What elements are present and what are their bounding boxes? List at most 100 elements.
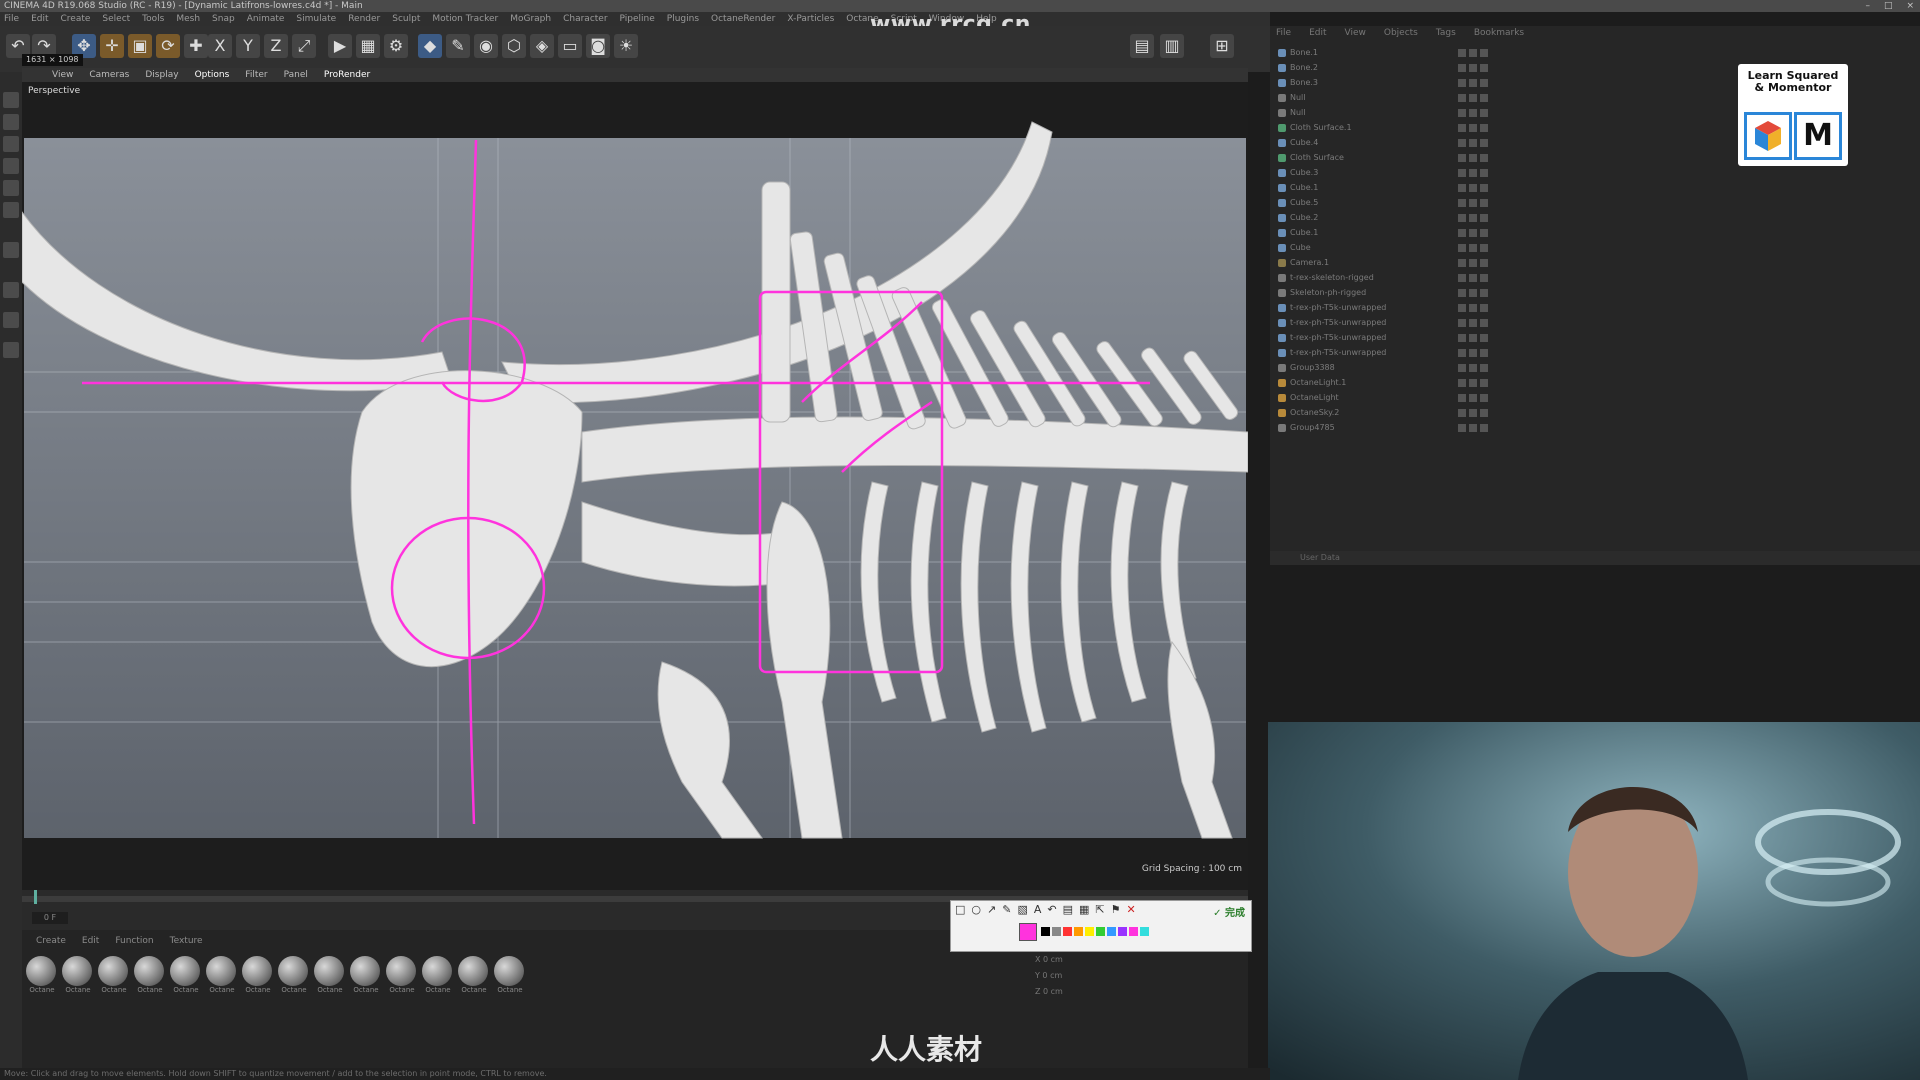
tag-icon[interactable]	[1458, 154, 1466, 162]
tag-icon[interactable]	[1458, 424, 1466, 432]
viewport-menu-display[interactable]: Display	[145, 68, 178, 82]
tag-icon[interactable]	[1469, 229, 1477, 237]
mosaic-tool-icon[interactable]: ▧	[1017, 903, 1027, 916]
menu-pipeline[interactable]: Pipeline	[620, 12, 655, 26]
layout-icon-2[interactable]: ▥	[1160, 34, 1184, 58]
objmgr-menu-view[interactable]: View	[1345, 28, 1366, 38]
object-row[interactable]: Camera.1	[1278, 256, 1918, 270]
move-tool-icon[interactable]: ✛	[100, 34, 124, 58]
tag-icon[interactable]	[1458, 259, 1466, 267]
points-mode-icon[interactable]	[3, 158, 19, 174]
tag-icon[interactable]	[1469, 394, 1477, 402]
tag-icon[interactable]	[1458, 274, 1466, 282]
render-picture-viewer-icon[interactable]: ▦	[356, 34, 380, 58]
tag-icon[interactable]	[1480, 334, 1488, 342]
swatch-blue[interactable]	[1107, 927, 1116, 936]
menu-tools[interactable]: Tools	[142, 12, 164, 26]
tag-icon[interactable]	[1469, 139, 1477, 147]
object-row[interactable]: Bone.1	[1278, 46, 1918, 60]
tag-icon[interactable]	[1458, 49, 1466, 57]
tag-icon[interactable]	[1469, 199, 1477, 207]
tag-icon[interactable]	[1480, 184, 1488, 192]
layout-icon[interactable]: ▤	[1130, 34, 1154, 58]
material-swatch[interactable]: Octane	[422, 956, 454, 1000]
maximize-button[interactable]: □	[1884, 0, 1893, 12]
tag-icon[interactable]	[1480, 214, 1488, 222]
viewport-menu-prorender[interactable]: ProRender	[324, 68, 370, 82]
minimize-button[interactable]: –	[1865, 0, 1870, 12]
material-swatch[interactable]: Octane	[278, 956, 310, 1000]
material-swatch[interactable]: Octane	[458, 956, 490, 1000]
tag-icon[interactable]	[1469, 274, 1477, 282]
tag-icon[interactable]	[1458, 184, 1466, 192]
swatch-red[interactable]	[1063, 927, 1072, 936]
tag-icon[interactable]	[1469, 304, 1477, 312]
material-menu-edit[interactable]: Edit	[82, 936, 99, 946]
object-row[interactable]: OctaneSky.2	[1278, 406, 1918, 420]
tag-icon[interactable]	[1469, 319, 1477, 327]
floor-icon[interactable]: ▭	[558, 34, 582, 58]
objmgr-menu-edit[interactable]: Edit	[1309, 28, 1326, 38]
tag-icon[interactable]	[1458, 79, 1466, 87]
close-button[interactable]: ×	[1906, 0, 1914, 12]
tag-icon[interactable]	[1458, 394, 1466, 402]
tag-icon[interactable]	[1480, 229, 1488, 237]
tag-icon[interactable]	[1480, 379, 1488, 387]
tag-icon[interactable]	[1480, 94, 1488, 102]
menu-simulate[interactable]: Simulate	[296, 12, 336, 26]
object-row[interactable]: Cube	[1278, 241, 1918, 255]
menu-sculpt[interactable]: Sculpt	[392, 12, 420, 26]
object-row[interactable]: Cube.2	[1278, 211, 1918, 225]
tag-icon[interactable]	[1469, 124, 1477, 132]
material-menu-function[interactable]: Function	[115, 936, 153, 946]
render-settings-icon[interactable]: ⚙	[384, 34, 408, 58]
tag-icon[interactable]	[1458, 364, 1466, 372]
material-menu-create[interactable]: Create	[36, 936, 66, 946]
objmgr-menu-file[interactable]: File	[1276, 28, 1291, 38]
model-mode-icon[interactable]	[3, 92, 19, 108]
swatch-green[interactable]	[1096, 927, 1105, 936]
tag-icon[interactable]	[1480, 364, 1488, 372]
object-row[interactable]: Cube.3	[1278, 166, 1918, 180]
tag-icon[interactable]	[1469, 289, 1477, 297]
coordinate-system-icon[interactable]: ⤢	[292, 34, 316, 58]
tag-icon[interactable]	[1480, 169, 1488, 177]
nurbs-icon[interactable]: ◉	[474, 34, 498, 58]
flag-icon[interactable]: ⚑	[1111, 903, 1121, 916]
object-row[interactable]: t-rex-ph-T5k-unwrapped	[1278, 316, 1918, 330]
active-color-swatch[interactable]	[1019, 923, 1037, 941]
object-row[interactable]: Group4785	[1278, 421, 1918, 435]
object-row[interactable]: OctaneLight	[1278, 391, 1918, 405]
tag-icon[interactable]	[1480, 64, 1488, 72]
object-row[interactable]: Group3388	[1278, 361, 1918, 375]
object-row[interactable]: t-rex-ph-T5k-unwrapped	[1278, 301, 1918, 315]
tag-icon[interactable]	[1469, 349, 1477, 357]
timeline-playhead[interactable]	[34, 890, 37, 904]
tag-icon[interactable]	[1469, 364, 1477, 372]
tag-icon[interactable]	[1469, 244, 1477, 252]
annotation-done-button[interactable]: ✓ 完成	[1213, 904, 1245, 919]
deformer-icon[interactable]: ◈	[530, 34, 554, 58]
swatch-cyan[interactable]	[1140, 927, 1149, 936]
menu-character[interactable]: Character	[563, 12, 607, 26]
tag-icon[interactable]	[1458, 199, 1466, 207]
menu-animate[interactable]: Animate	[247, 12, 285, 26]
object-row[interactable]: Cube.1	[1278, 181, 1918, 195]
tag-icon[interactable]	[1469, 64, 1477, 72]
workplane-icon[interactable]	[3, 136, 19, 152]
menu-snap[interactable]: Snap	[212, 12, 235, 26]
tag-icon[interactable]	[1469, 334, 1477, 342]
axis-mode-icon[interactable]	[3, 242, 19, 258]
swatch-magenta[interactable]	[1129, 927, 1138, 936]
tag-icon[interactable]	[1480, 349, 1488, 357]
material-swatch[interactable]: Octane	[98, 956, 130, 1000]
object-row[interactable]: Cube.1	[1278, 226, 1918, 240]
material-swatch[interactable]: Octane	[62, 956, 94, 1000]
menu-x-particles[interactable]: X-Particles	[787, 12, 834, 26]
tag-icon[interactable]	[1469, 259, 1477, 267]
tag-icon[interactable]	[1480, 199, 1488, 207]
viewport-menu-cameras[interactable]: Cameras	[89, 68, 129, 82]
copy-icon[interactable]: ▤	[1063, 903, 1073, 916]
coord-y-field[interactable]: Y 0 cm	[1035, 971, 1245, 983]
axis-x-button[interactable]: X	[208, 34, 232, 58]
